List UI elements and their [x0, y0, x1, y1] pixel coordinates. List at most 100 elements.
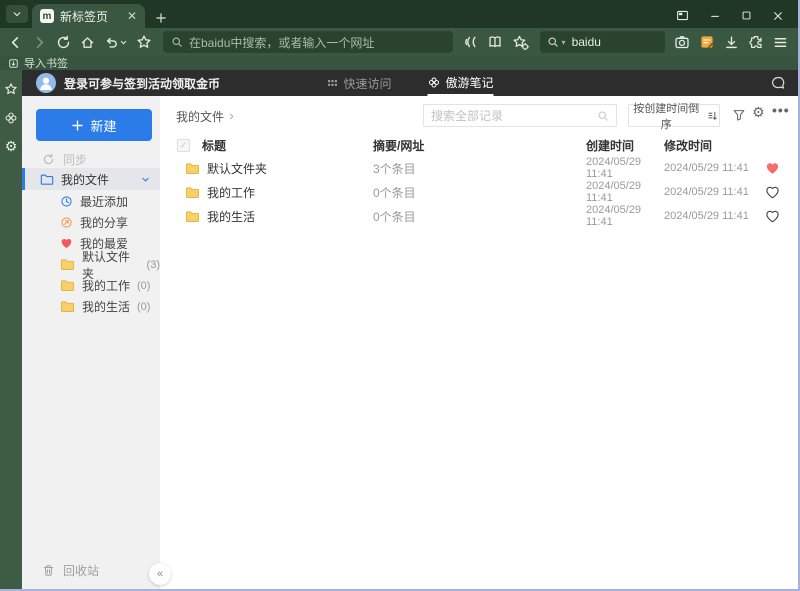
login-promo-text[interactable]: 登录可参与签到活动领取金币 [64, 75, 220, 92]
sort-order-button[interactable]: 按创建时间倒序 [628, 103, 720, 131]
tab-title: 新标签页 [60, 9, 109, 24]
tab-maxthon-notes[interactable]: 傲游笔记 [427, 70, 494, 96]
row-title: 默认文件夹 [207, 161, 268, 176]
import-bookmarks-button[interactable]: 导入书签 [24, 55, 68, 71]
clock-icon [60, 195, 73, 208]
home-button[interactable] [80, 35, 95, 50]
favorites-star-icon[interactable] [4, 82, 18, 96]
column-header-title[interactable]: 标题 [202, 137, 373, 154]
folder-icon [60, 258, 75, 271]
favorite-heart-toggle[interactable] [764, 208, 780, 224]
column-header-created[interactable]: 创建时间 [586, 137, 664, 154]
read-aloud-icon[interactable] [462, 34, 478, 50]
sync-button[interactable]: 同步 [42, 152, 160, 167]
table-row[interactable]: 我的生活 0个条目 2024/05/29 11:41 2024/05/29 11… [160, 204, 798, 228]
maxthon-logo-icon: m [40, 9, 54, 23]
column-header-summary[interactable]: 摘要/网址 [373, 137, 586, 154]
layout-mode-icon[interactable] [676, 9, 689, 22]
extensions-puzzle-icon[interactable] [748, 34, 764, 50]
sidebar-tree-item-label: 我的生活 [82, 300, 131, 314]
table-row[interactable]: 我的工作 0个条目 2024/05/29 11:41 2024/05/29 11… [160, 180, 798, 204]
address-placeholder: 在baidu中搜索，或者输入一个网址 [189, 35, 375, 50]
notes-clover-icon [428, 76, 440, 88]
minimize-button[interactable] [709, 10, 721, 22]
breadcrumb[interactable]: 我的文件 [176, 108, 236, 125]
more-options-icon[interactable]: ••• [772, 102, 790, 118]
plus-icon [156, 13, 166, 23]
close-button[interactable] [772, 10, 784, 22]
notes-sidebar: 新建 同步 我的文件 最近添加 我的分享 我的最爱 默认文件夹 (3) 我的工作… [22, 96, 171, 589]
address-bar[interactable]: 在baidu中搜索，或者输入一个网址 [163, 31, 453, 53]
chevron-down-icon [120, 40, 127, 44]
navigation-bar: 在baidu中搜索，或者输入一个网址 ▾ baidu [0, 28, 798, 56]
sync-label: 同步 [63, 152, 88, 167]
sidebar-tree-item[interactable]: 我的分享 [22, 212, 160, 233]
refresh-button[interactable] [56, 35, 71, 50]
row-summary: 0个条目 [373, 209, 416, 224]
engine-search-box[interactable]: ▾ baidu [539, 31, 665, 53]
screenshot-camera-icon[interactable] [674, 34, 690, 50]
new-tab-button[interactable] [155, 12, 167, 24]
row-summary: 3个条目 [373, 161, 416, 176]
sidebar-tree-item[interactable]: 最近添加 [22, 191, 160, 212]
sidebar-tree-item-count: (0) [137, 300, 151, 313]
records-search-input[interactable] [431, 108, 593, 123]
tab-list-dropdown-button[interactable] [6, 5, 28, 23]
search-icon [548, 37, 558, 47]
feedback-chat-icon[interactable] [770, 75, 786, 91]
side-strip: ⚙ [0, 70, 22, 589]
forward-button[interactable] [32, 35, 47, 50]
row-modified-time: 2024/05/29 11:41 [664, 210, 749, 222]
table-header-row: ✓ 标题 摘要/网址 创建时间 修改时间 [160, 134, 798, 156]
maximize-button[interactable] [741, 10, 752, 21]
favorite-star-button[interactable] [136, 34, 152, 50]
tab-quick-access[interactable]: 快速访问 [326, 70, 392, 96]
table-row[interactable]: 默认文件夹 3个条目 2024/05/29 11:41 2024/05/29 1… [160, 156, 798, 180]
favorites-manager-icon[interactable] [512, 34, 529, 51]
chevron-down-icon[interactable] [141, 175, 150, 184]
folder-blue-icon [40, 174, 54, 185]
favorite-heart-toggle[interactable] [764, 160, 780, 176]
folder-icon [185, 210, 200, 223]
new-note-button[interactable]: 新建 [36, 109, 152, 141]
browser-tab-active[interactable]: m 新标签页 ✕ [32, 4, 145, 28]
select-all-checkbox[interactable]: ✓ [177, 138, 190, 152]
notes-shortcut-icon[interactable] [699, 34, 715, 50]
filter-funnel-icon[interactable] [732, 108, 746, 122]
records-search-box[interactable] [423, 104, 617, 127]
sidebar-tree-item[interactable]: 默认文件夹 (3) [22, 250, 160, 281]
undo-button[interactable] [104, 35, 127, 50]
downloads-icon[interactable] [724, 35, 739, 50]
sidebar-tree-item-label: 我的分享 [80, 216, 129, 230]
column-header-modified[interactable]: 修改时间 [664, 137, 750, 154]
sidebar-item-my-files-label: 我的文件 [61, 172, 110, 187]
sync-icon [43, 153, 54, 164]
sidebar-tree-item-label: 我的工作 [82, 279, 131, 293]
window-controls [676, 9, 798, 28]
favorite-heart-toggle[interactable] [764, 184, 780, 200]
tab-close-icon[interactable]: ✕ [127, 9, 137, 23]
sidebar-tree-item[interactable]: 我的生活 (0) [22, 296, 160, 317]
view-settings-gear-icon[interactable]: ⚙ [752, 105, 765, 121]
heart-icon [60, 237, 73, 250]
share-icon [60, 216, 73, 229]
folder-icon [60, 300, 75, 313]
folder-icon [185, 162, 200, 175]
sort-order-label: 按创建时间倒序 [633, 102, 700, 131]
tab-maxthon-notes-label: 傲游笔记 [445, 75, 494, 90]
menu-icon[interactable] [773, 35, 788, 50]
engine-search-value: baidu [571, 35, 601, 49]
notes-clover-icon[interactable] [4, 111, 18, 125]
sidebar-collapse-button[interactable]: « [149, 563, 171, 585]
user-avatar[interactable] [36, 73, 56, 93]
back-button[interactable] [8, 35, 23, 50]
search-icon [597, 110, 609, 122]
new-note-label: 新建 [90, 118, 117, 134]
import-bookmarks-icon [9, 58, 18, 68]
engine-dropdown-icon[interactable]: ▾ [562, 38, 566, 47]
reader-mode-icon[interactable] [487, 34, 503, 50]
sidebar-item-my-files[interactable]: 我的文件 [22, 168, 160, 190]
settings-gear-icon[interactable]: ⚙ [5, 140, 18, 154]
recycle-bin-button[interactable]: 回收站 [42, 562, 99, 579]
sidebar-tree-item-count: (0) [137, 279, 151, 292]
